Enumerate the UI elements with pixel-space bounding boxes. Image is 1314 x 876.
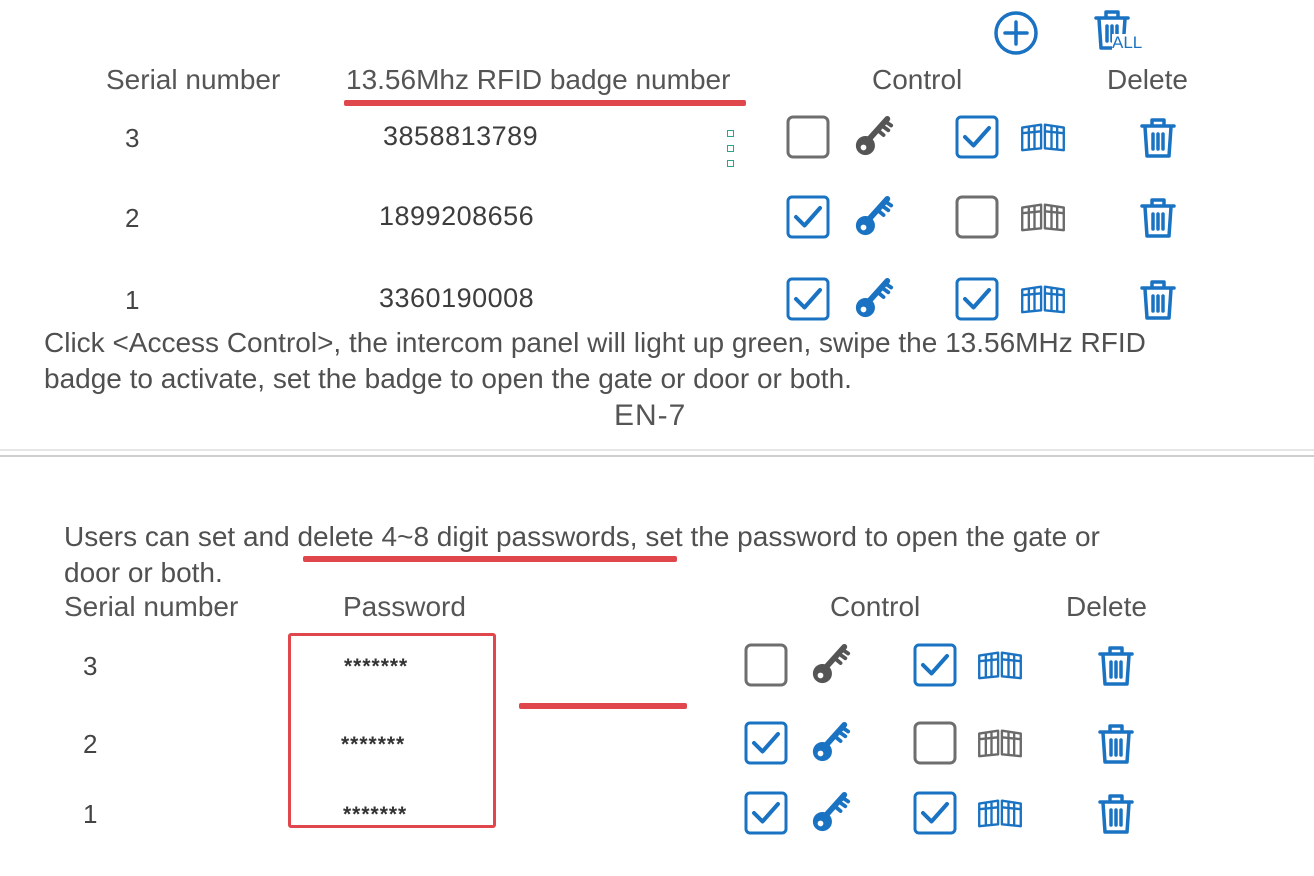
- key-icon: [853, 113, 895, 159]
- rfid-serial: 2: [125, 203, 140, 233]
- checkbox-checked-icon: [912, 790, 958, 836]
- checkbox-empty-icon: [785, 114, 831, 160]
- password-intro-text-c: , set the password to open the gate or: [629, 521, 1100, 552]
- gate-toggle[interactable]: [976, 796, 1024, 830]
- key-access-checkbox-checked[interactable]: [785, 276, 831, 322]
- badge-number: 1899208656: [379, 201, 535, 231]
- password-serial: 1: [83, 799, 98, 829]
- gate-access-checkbox-checked[interactable]: [912, 790, 958, 836]
- trash-icon: [1138, 196, 1178, 240]
- password-header-delete: Delete: [1066, 591, 1147, 622]
- password-intro-text-a: Users can set and: [64, 521, 298, 552]
- trash-icon: [1138, 116, 1178, 160]
- key-toggle[interactable]: [810, 719, 852, 765]
- password-header-control: Control: [830, 591, 921, 622]
- delete-row-button[interactable]: [1096, 792, 1136, 836]
- gate-toggle[interactable]: [1019, 282, 1067, 316]
- trash-icon: [1096, 722, 1136, 766]
- gate-icon: [1019, 282, 1067, 316]
- key-toggle[interactable]: [853, 113, 895, 159]
- page-number: EN-7: [614, 399, 687, 432]
- gate-icon: [976, 726, 1024, 760]
- key-icon: [853, 275, 895, 321]
- password-intro-highlight: delete 4~8 digit passwords: [297, 521, 630, 552]
- key-toggle[interactable]: [853, 275, 895, 321]
- trash-icon: [1138, 278, 1178, 322]
- password-serial: 2: [83, 729, 98, 759]
- page-divider-top: [0, 449, 1314, 451]
- checkbox-checked-icon: [743, 790, 789, 836]
- key-access-checkbox-checked[interactable]: [743, 790, 789, 836]
- delete-all-button[interactable]: ALL: [1092, 8, 1143, 52]
- checkbox-checked-icon: [954, 114, 1000, 160]
- password-value: *******: [344, 655, 409, 678]
- badge-header-underline: [344, 100, 746, 106]
- key-icon: [853, 193, 895, 239]
- badge-number: 3360190008: [379, 283, 535, 313]
- delete-all-label: ALL: [1112, 33, 1143, 52]
- rfid-serial: 3: [125, 123, 140, 153]
- badge-number: 3858813789: [383, 121, 539, 151]
- password-connector-line: [519, 703, 687, 709]
- password-serial: 3: [83, 651, 98, 681]
- password-intro-line-2: door or both.: [64, 557, 223, 588]
- trash-icon: [1096, 792, 1136, 836]
- gate-access-checkbox-checked[interactable]: [912, 642, 958, 688]
- gate-access-checkbox[interactable]: [954, 194, 1000, 240]
- checkbox-checked-icon: [743, 720, 789, 766]
- password-value: *******: [343, 803, 408, 826]
- gate-toggle[interactable]: [1019, 120, 1067, 154]
- gate-access-checkbox-checked[interactable]: [954, 114, 1000, 160]
- key-icon: [810, 719, 852, 765]
- page-divider-bottom: [0, 455, 1314, 457]
- gate-access-checkbox[interactable]: [912, 720, 958, 766]
- password-highlight-underline: [303, 556, 677, 562]
- checkbox-empty-icon: [912, 720, 958, 766]
- key-toggle[interactable]: [810, 789, 852, 835]
- password-header-password: Password: [343, 591, 466, 622]
- key-access-checkbox-checked[interactable]: [785, 194, 831, 240]
- trash-icon: [1096, 644, 1136, 688]
- checkbox-checked-icon: [912, 642, 958, 688]
- password-intro-line-1: Users can set and delete 4~8 digit passw…: [64, 519, 1100, 555]
- delete-row-button[interactable]: [1138, 196, 1178, 240]
- instruction-line-1: Click <Access Control>, the intercom pan…: [44, 327, 1146, 358]
- gate-access-checkbox-checked[interactable]: [954, 276, 1000, 322]
- delete-row-button[interactable]: [1138, 116, 1178, 160]
- delete-row-button[interactable]: [1138, 278, 1178, 322]
- key-access-checkbox[interactable]: [743, 642, 789, 688]
- gate-icon: [1019, 200, 1067, 234]
- scroll-indicator[interactable]: [727, 130, 734, 167]
- checkbox-checked-icon: [785, 194, 831, 240]
- add-button[interactable]: [993, 10, 1039, 56]
- rfid-serial: 1: [125, 285, 140, 315]
- password-value: *******: [341, 733, 406, 756]
- rfid-header-delete: Delete: [1107, 64, 1188, 95]
- gate-toggle[interactable]: [976, 726, 1024, 760]
- checkbox-checked-icon: [785, 276, 831, 322]
- gate-icon: [976, 648, 1024, 682]
- gate-toggle[interactable]: [1019, 200, 1067, 234]
- rfid-header-badge: 13.56Mhz RFID badge number: [346, 64, 731, 95]
- rfid-header-serial: Serial number: [106, 64, 281, 95]
- checkbox-empty-icon: [743, 642, 789, 688]
- rfid-header-control: Control: [872, 64, 963, 95]
- instruction-line-2: badge to activate, set the badge to open…: [44, 363, 852, 394]
- key-toggle[interactable]: [810, 641, 852, 687]
- gate-icon: [976, 796, 1024, 830]
- key-icon: [810, 789, 852, 835]
- key-access-checkbox-checked[interactable]: [743, 720, 789, 766]
- delete-row-button[interactable]: [1096, 722, 1136, 766]
- plus-circle-icon: [994, 11, 1038, 55]
- delete-row-button[interactable]: [1096, 644, 1136, 688]
- checkbox-checked-icon: [954, 276, 1000, 322]
- key-icon: [810, 641, 852, 687]
- gate-toggle[interactable]: [976, 648, 1024, 682]
- checkbox-empty-icon: [954, 194, 1000, 240]
- key-access-checkbox[interactable]: [785, 114, 831, 160]
- gate-icon: [1019, 120, 1067, 154]
- password-header-serial: Serial number: [64, 591, 239, 622]
- key-toggle[interactable]: [853, 193, 895, 239]
